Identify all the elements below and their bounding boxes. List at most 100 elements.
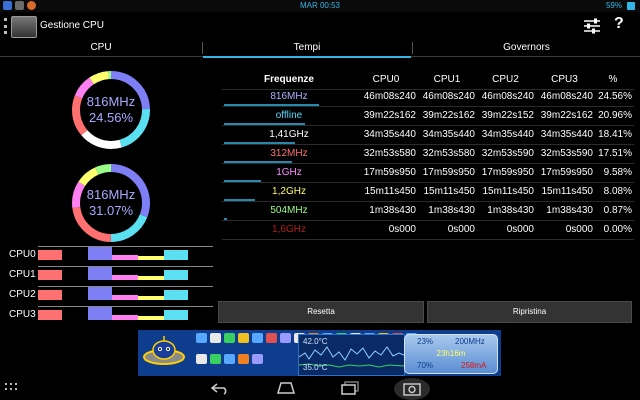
banner-status-panel: 23% 200MHz 23h16m 70% 258mA bbox=[404, 334, 498, 374]
back-icon[interactable] bbox=[210, 381, 232, 395]
time-cell: 1m38s430 bbox=[487, 205, 534, 216]
bar-segment bbox=[88, 307, 112, 320]
cpu-bar-label: CPU3 bbox=[9, 309, 36, 320]
table-row: offline 39m22s162 39m22s162 39m22s152 39m22s… bbox=[222, 108, 634, 126]
recent-apps-icon[interactable] bbox=[340, 381, 360, 395]
time-cell: 32m53s580 bbox=[363, 148, 416, 159]
time-cell: 15m11s450 bbox=[364, 186, 416, 197]
settings-sliders-icon[interactable] bbox=[583, 18, 601, 34]
table-row: 1,6GHz 0s000 0s000 0s000 0s000 0.00% bbox=[222, 222, 634, 240]
frequency-cell: 312MHz bbox=[270, 148, 308, 159]
banner-graph: 42.0°C 35.0°C bbox=[298, 334, 405, 376]
usage-bar bbox=[224, 104, 319, 106]
table-row: 816MHz 46m08s240 46m08s240 46m08s240 46m08s2… bbox=[222, 89, 634, 107]
cpu-ring-gauge: 816MHz 31.07% bbox=[71, 163, 151, 243]
reset-button[interactable]: Resetta bbox=[218, 301, 424, 323]
tab-tempi[interactable]: Tempi bbox=[203, 40, 411, 58]
ad-banner[interactable]: 42.0°C 35.0°C 23% 200MHz 23h16m 70% 258m… bbox=[138, 330, 501, 376]
percent-cell: 9.58% bbox=[603, 167, 632, 178]
usage-bar bbox=[224, 123, 305, 125]
bar-segment bbox=[38, 270, 62, 280]
percent-cell: 0.00% bbox=[603, 224, 632, 235]
frequency-cell: offline bbox=[275, 110, 303, 121]
frequency-cell: 504MHz bbox=[270, 205, 308, 216]
banner-freq: 200MHz bbox=[455, 337, 485, 346]
ring-frequency: 816MHz bbox=[86, 94, 136, 109]
table-row: 504MHz 1m38s430 1m38s430 1m38s430 1m38s430 0.… bbox=[222, 203, 634, 221]
time-cell: 34m35s440 bbox=[363, 129, 416, 140]
column-header: % bbox=[608, 74, 618, 85]
app-title: Gestione CPU bbox=[40, 20, 104, 31]
time-cell: 15m11s450 bbox=[541, 186, 593, 197]
time-cell: 39m22s152 bbox=[481, 110, 534, 121]
time-cell: 34m35s440 bbox=[481, 129, 534, 140]
time-cell: 39m22s162 bbox=[540, 110, 593, 121]
table-row: 312MHz 32m53s580 32m53s580 32m53s590 32m53s5… bbox=[222, 146, 634, 164]
bar-segment bbox=[112, 295, 138, 300]
banner-load: 23% bbox=[417, 337, 434, 346]
time-cell: 17m59s950 bbox=[540, 167, 593, 178]
banner-temp1: 42.0°C bbox=[303, 337, 328, 346]
frequency-cell: 1,41GHz bbox=[269, 129, 309, 140]
table-row: 1GHz 17m59s950 17m59s950 17m59s950 17m59s950… bbox=[222, 165, 634, 183]
bar-segment bbox=[138, 276, 164, 280]
battery-percent: 59% bbox=[605, 1, 622, 10]
screenshot-icon[interactable] bbox=[392, 378, 432, 400]
table-header: Frequenze CPU0 CPU1 CPU2 CPU3 % bbox=[222, 72, 634, 90]
bar-segment bbox=[164, 270, 188, 280]
time-cell: 46m08s240 bbox=[540, 91, 593, 102]
time-cell: 46m08s240 bbox=[363, 91, 416, 102]
frequency-cell: 1,6GHz bbox=[272, 224, 306, 235]
bar-segment bbox=[38, 290, 62, 300]
help-button[interactable]: ? bbox=[614, 15, 624, 33]
restore-button[interactable]: Ripristina bbox=[427, 301, 632, 323]
ring-frequency: 816MHz bbox=[86, 187, 136, 202]
ring-percent: 24.56% bbox=[88, 110, 134, 125]
time-cell: 0s000 bbox=[565, 224, 593, 235]
banner-battery: 70% bbox=[417, 361, 434, 370]
column-header: Frequenze bbox=[263, 74, 314, 85]
battery-icon bbox=[627, 2, 635, 10]
column-header: CPU3 bbox=[551, 74, 578, 85]
percent-cell: 24.56% bbox=[598, 91, 632, 102]
usage-bar bbox=[224, 218, 227, 220]
time-cell: 0s000 bbox=[506, 224, 534, 235]
tab-bar: CPU Tempi Governors bbox=[0, 40, 640, 58]
percent-cell: 17.51% bbox=[598, 148, 632, 159]
time-cell: 17m59s950 bbox=[363, 167, 416, 178]
percent-cell: 8.08% bbox=[603, 186, 632, 197]
tab-governors[interactable]: Governors bbox=[413, 40, 640, 56]
time-cell: 46m08s240 bbox=[481, 91, 534, 102]
time-cell: 39m22s162 bbox=[363, 110, 416, 121]
usage-bar bbox=[224, 142, 295, 144]
time-cell: 1m38s430 bbox=[369, 205, 416, 216]
bar-segment bbox=[88, 287, 112, 300]
time-cell: 0s000 bbox=[388, 224, 416, 235]
bar-segment bbox=[38, 310, 62, 320]
bar-segment bbox=[112, 255, 138, 260]
time-cell: 32m53s580 bbox=[422, 148, 475, 159]
banner-current: 258mA bbox=[461, 361, 487, 370]
percent-cell: 0.87% bbox=[603, 205, 632, 216]
banner-temp2: 35.0°C bbox=[303, 363, 328, 372]
time-cell: 17m59s950 bbox=[422, 167, 475, 178]
usage-bar bbox=[224, 199, 255, 201]
bar-segment bbox=[164, 290, 188, 300]
bar-segment bbox=[138, 316, 164, 320]
time-cell: 34m35s440 bbox=[540, 129, 593, 140]
overflow-menu-icon[interactable] bbox=[4, 18, 7, 34]
bar-segment bbox=[38, 250, 62, 260]
time-cell: 1m38s430 bbox=[428, 205, 475, 216]
action-bar: Gestione CPU ? bbox=[0, 12, 640, 40]
time-cell: 39m22s162 bbox=[422, 110, 475, 121]
time-cell: 32m53s590 bbox=[481, 148, 534, 159]
bar-segment bbox=[138, 296, 164, 300]
apps-grid-icon[interactable] bbox=[5, 383, 17, 391]
column-header: CPU2 bbox=[492, 74, 519, 85]
table-row: 1,2GHz 15m11s450 15m11s450 15m11s450 15m11s4… bbox=[222, 184, 634, 202]
status-time: MAR 00:53 bbox=[299, 1, 341, 10]
tab-cpu[interactable]: CPU bbox=[0, 40, 202, 56]
column-header: CPU0 bbox=[372, 74, 400, 85]
time-cell: 1m38s430 bbox=[546, 205, 593, 216]
home-icon[interactable] bbox=[276, 381, 296, 395]
